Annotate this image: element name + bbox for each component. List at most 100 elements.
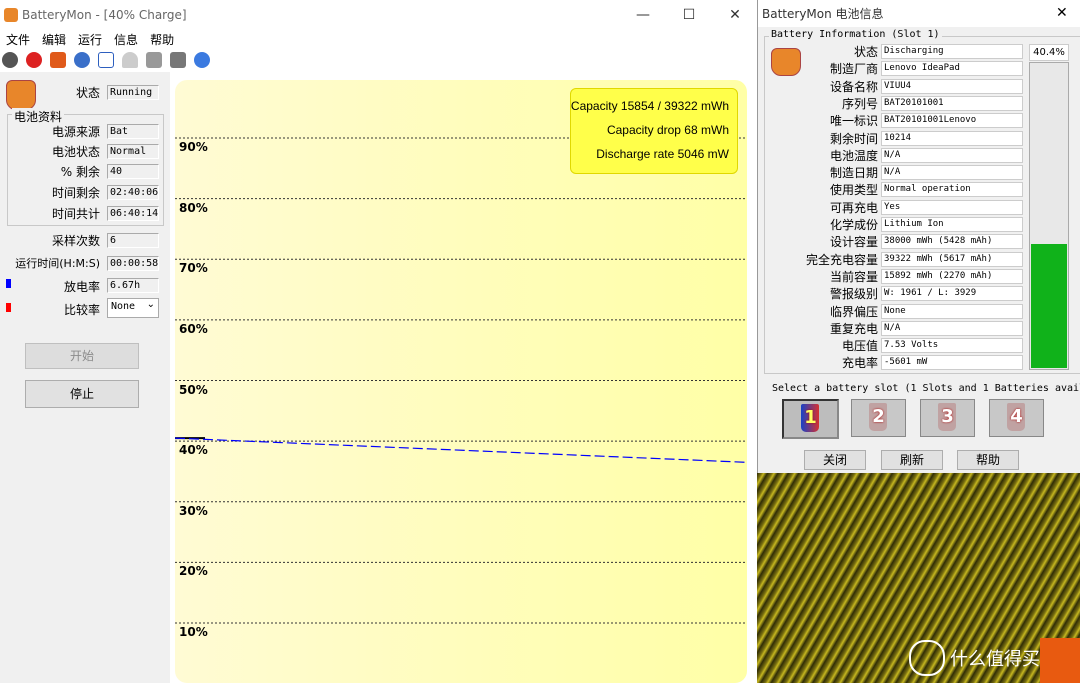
info-title-bar: BatteryMon 电池信息 (758, 0, 1080, 27)
discharge-rate-field: 6.67h (107, 278, 159, 293)
compare-rate-label: 比较率 (63, 303, 100, 317)
time-total-field: 06:40:14 (107, 206, 159, 221)
charge-level-fill (1031, 244, 1067, 368)
window-title: BatteryMon - [40% Charge] (22, 8, 187, 22)
info-row-label: 设备名称 (829, 79, 878, 94)
slot-number: 1 (804, 407, 817, 428)
capacity-drop-annotation: Capacity drop 68 mWh (606, 123, 729, 137)
status-field: Running (107, 85, 159, 100)
stop-icon[interactable] (26, 52, 42, 68)
refresh-button[interactable]: 刷新 (881, 450, 943, 470)
run-time-field: 00:00:58 (107, 256, 159, 271)
y-tick-label: 10% (179, 625, 208, 639)
y-tick-label: 20% (179, 564, 208, 579)
info-row-label: 使用类型 (829, 183, 878, 198)
info-row-value: 39322 mWh (5617 mAh) (881, 251, 1023, 267)
start-button[interactable]: 开始 (25, 343, 139, 369)
status-panel: 状态 Running 电池资料 电源来源 Bat 电池状态 Normal % 剩… (0, 72, 170, 683)
app-icon (4, 8, 18, 22)
status-label: 状态 (75, 86, 100, 100)
info-row-label: 唯一标识 (829, 114, 878, 129)
menu-file[interactable]: 文件 (0, 30, 36, 50)
slot-1-button[interactable]: 1 (782, 399, 839, 439)
info-row-label: 当前容量 (829, 269, 878, 284)
time-remaining-label: 时间剩余 (51, 186, 100, 200)
y-tick-label: 90% (179, 140, 208, 154)
slot-number: 3 (941, 406, 954, 427)
info-row-value: 7.53 Volts (881, 338, 1023, 354)
slot-number: 4 (1010, 406, 1023, 427)
battery-logo-icon (771, 48, 801, 76)
info-window-title: BatteryMon 电池信息 (762, 7, 884, 21)
slot-4-button[interactable]: 4 (989, 399, 1044, 437)
info-row-value: 38000 mWh (5428 mAh) (881, 234, 1023, 250)
info-row-label: 剩余时间 (829, 131, 878, 146)
document-icon[interactable] (98, 52, 114, 68)
percent-remaining-field: 40 (107, 164, 159, 179)
toolbar (0, 52, 212, 72)
help-icon[interactable] (194, 52, 210, 68)
info-row-value: -5601 mW (881, 355, 1023, 371)
globe-icon[interactable] (74, 52, 90, 68)
sample-count-field: 6 (107, 233, 159, 248)
watermark-logo-icon (909, 640, 945, 676)
info-row-label: 状态 (853, 45, 878, 59)
menu-info[interactable]: 信息 (108, 30, 144, 50)
check-icon[interactable] (2, 52, 18, 68)
info-row-label: 充电率 (841, 356, 878, 371)
battery-information-group-title: Battery Information (Slot 1) (769, 29, 942, 40)
info-row-label: 警报级别 (829, 287, 878, 302)
info-row-value: BAT20101001 (881, 95, 1023, 111)
info-close-icon[interactable]: ✕ (1056, 5, 1068, 21)
battery-icon[interactable] (50, 52, 66, 68)
desktop-wallpaper: 什么值得买 (757, 473, 1080, 683)
menu-help[interactable]: 帮助 (144, 30, 180, 50)
battery-logo-icon (6, 80, 36, 110)
menu-bar: 文件 编辑 运行 信息 帮助 (0, 30, 180, 50)
battery-state-label: 电池状态 (51, 145, 100, 159)
info-row-label: 设计容量 (829, 235, 878, 250)
info-row-value: Discharging (881, 44, 1023, 59)
gauge-icon[interactable] (122, 52, 138, 68)
info-row-value: 10214 (881, 130, 1023, 146)
batterymon-main-window: BatteryMon - [40% Charge] — ☐ ✕ 文件 编辑 运行… (0, 0, 757, 683)
menu-edit[interactable]: 编辑 (36, 30, 72, 50)
info-row-value: N/A (881, 320, 1023, 336)
charge-level-bar (1029, 62, 1069, 370)
close-button[interactable]: ✕ (712, 0, 758, 30)
sample-count-label: 采样次数 (51, 234, 100, 248)
tools-icon[interactable] (146, 52, 162, 68)
info-help-button[interactable]: 帮助 (957, 450, 1019, 470)
chart-info-box: Capacity 15854 / 39322 mWh Capacity drop… (570, 88, 738, 174)
watermark-text: 什么值得买 (950, 649, 1040, 670)
info-close-button[interactable]: 关闭 (804, 450, 866, 470)
power-source-label: 电源来源 (51, 125, 100, 139)
charge-series-line (175, 437, 747, 463)
chevron-down-icon: ⌄ (146, 299, 155, 310)
compare-rate-value: None (111, 301, 136, 312)
info-row-value: VIUU4 (881, 78, 1023, 94)
minimize-button[interactable]: — (620, 0, 666, 30)
info-row-label: 完全充电容量 (805, 252, 878, 267)
y-tick-label: 70% (179, 261, 208, 276)
y-tick-label: 50% (179, 382, 208, 397)
info-row-value: W: 1961 / L: 3929 (881, 286, 1023, 302)
info-row-label: 临界偏压 (829, 304, 878, 319)
percent-remaining-label: % 剩余 (60, 165, 100, 179)
info-row-label: 序列号 (841, 96, 878, 111)
run-time-label: 运行时间(H:M:S) (15, 257, 100, 270)
settings-icon[interactable] (170, 52, 186, 68)
info-row-value: Normal operation (881, 182, 1023, 198)
battery-state-field: Normal (107, 144, 159, 159)
compare-rate-select[interactable]: None ⌄ (107, 298, 159, 318)
discharge-rate-annotation: Discharge rate 5046 mW (596, 147, 729, 161)
slot-2-button[interactable]: 2 (851, 399, 906, 437)
stop-button[interactable]: 停止 (25, 380, 139, 408)
info-row-label: 可再充电 (829, 200, 878, 215)
menu-run[interactable]: 运行 (72, 30, 108, 50)
slot-3-button[interactable]: 3 (920, 399, 975, 437)
info-row-value: N/A (881, 165, 1023, 181)
info-row-label: 制造日期 (829, 166, 878, 181)
maximize-button[interactable]: ☐ (666, 0, 712, 30)
info-row-value: 15892 mWh (2270 mAh) (881, 268, 1023, 284)
